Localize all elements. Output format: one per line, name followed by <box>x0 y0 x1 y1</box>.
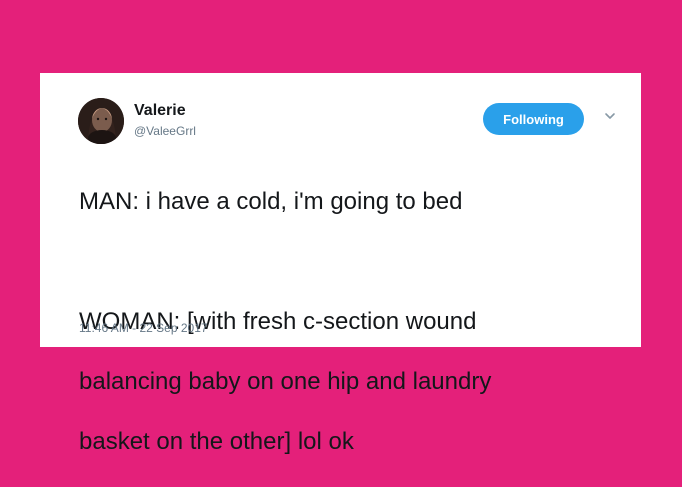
avatar-photo-icon <box>78 98 124 144</box>
display-name[interactable]: Valerie <box>134 102 186 120</box>
paragraph-break <box>79 247 619 277</box>
tweet-text-line: basket on the other] lol ok <box>79 428 354 455</box>
avatar[interactable] <box>78 98 124 144</box>
tweet-text-line: balancing baby on one hip and laundry <box>79 368 492 395</box>
tweet-card: Valerie @ValeeGrrl Following MAN: i have… <box>40 73 641 455</box>
chevron-down-icon[interactable] <box>603 109 617 123</box>
tweet-timestamp[interactable]: 11:46 AM - 22 Sep 2017 <box>79 321 208 335</box>
tweet-text-line: MAN: i have a cold, i'm going to bed <box>79 188 463 215</box>
following-button[interactable]: Following <box>483 103 584 135</box>
user-handle[interactable]: @ValeeGrrl <box>134 124 196 138</box>
